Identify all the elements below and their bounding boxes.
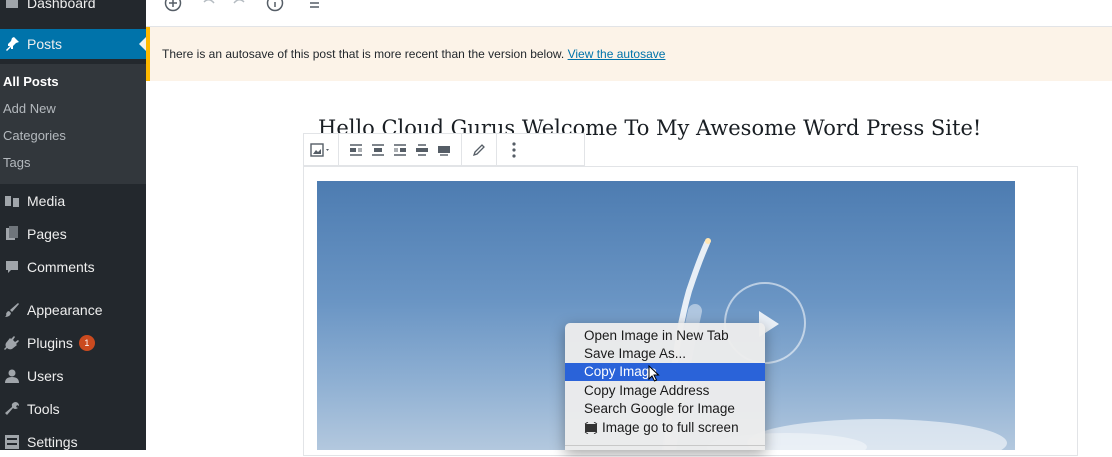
full-width-icon[interactable] <box>433 139 455 161</box>
menu-dashboard-label: Dashboard <box>27 0 96 11</box>
submenu-all-posts[interactable]: All Posts <box>3 74 59 89</box>
paintbrush-icon <box>4 302 20 318</box>
submenu-tags[interactable]: Tags <box>3 155 30 170</box>
users-icon <box>4 368 20 384</box>
block-navigation-icon[interactable] <box>302 0 324 16</box>
menu-appearance[interactable]: Appearance <box>0 295 146 325</box>
info-icon[interactable] <box>264 0 286 16</box>
fullscreen-extension-icon <box>584 422 598 434</box>
pages-icon <box>4 226 20 242</box>
wrench-icon <box>4 401 20 417</box>
align-right-icon[interactable] <box>389 139 411 161</box>
redo-icon[interactable] <box>228 0 250 16</box>
menu-plugins-label: Plugins <box>27 335 73 351</box>
undo-icon[interactable] <box>198 0 220 16</box>
align-center-icon[interactable] <box>367 139 389 161</box>
menu-comments-label: Comments <box>27 259 95 275</box>
pushpin-icon <box>4 36 20 52</box>
menu-users-label: Users <box>27 368 64 384</box>
menu-media[interactable]: Media <box>0 186 146 216</box>
admin-sidebar: Dashboard Posts All Posts Add New Catego… <box>0 0 146 450</box>
submenu-categories[interactable]: Categories <box>3 128 66 143</box>
menu-tools[interactable]: Tools <box>0 394 146 424</box>
wide-width-icon[interactable] <box>411 139 433 161</box>
menu-settings[interactable]: Settings <box>0 427 146 457</box>
menu-copy-image-address[interactable]: Copy Image Address <box>565 382 765 400</box>
menu-users[interactable]: Users <box>0 361 146 391</box>
settings-icon <box>4 434 20 450</box>
menu-media-label: Media <box>27 193 66 209</box>
autosave-notice-text: There is an autosave of this post that i… <box>162 47 565 61</box>
posts-submenu: All Posts Add New Categories Tags <box>0 64 146 184</box>
menu-posts-label: Posts <box>27 36 63 52</box>
mouse-pointer-icon <box>648 364 660 387</box>
menu-image-full-screen-label: Image go to full screen <box>602 420 739 435</box>
menu-open-image-new-tab[interactable]: Open Image in New Tab <box>565 327 765 345</box>
menu-divider <box>565 445 765 446</box>
plugins-update-badge: 1 <box>78 335 95 351</box>
menu-posts[interactable]: Posts <box>0 29 146 59</box>
menu-settings-label: Settings <box>27 434 78 450</box>
menu-search-google-image[interactable]: Search Google for Image <box>565 400 765 418</box>
more-options-icon[interactable] <box>503 139 525 161</box>
menu-comments[interactable]: Comments <box>0 252 146 282</box>
align-left-icon[interactable] <box>345 139 367 161</box>
menu-pages[interactable]: Pages <box>0 219 146 249</box>
menu-dashboard[interactable]: Dashboard <box>0 0 146 18</box>
menu-appearance-label: Appearance <box>27 302 103 318</box>
view-autosave-link[interactable]: View the autosave <box>568 47 666 61</box>
autosave-notice: There is an autosave of this post that i… <box>146 27 1112 81</box>
menu-pages-label: Pages <box>27 226 67 242</box>
comments-icon <box>4 259 20 275</box>
menu-tools-label: Tools <box>27 401 60 417</box>
submenu-add-new[interactable]: Add New <box>3 101 56 116</box>
plug-icon <box>4 335 20 351</box>
media-icon <box>4 193 20 209</box>
menu-image-full-screen[interactable]: Image go to full screen <box>565 419 765 437</box>
block-toolbar <box>303 133 585 166</box>
editor-header-toolbar <box>146 0 1112 27</box>
dashboard-icon <box>4 0 20 11</box>
menu-save-image-as[interactable]: Save Image As... <box>565 345 765 363</box>
menu-plugins[interactable]: Plugins 1 <box>0 328 146 358</box>
menu-copy-image[interactable]: Copy Image <box>565 363 765 381</box>
add-block-icon[interactable] <box>162 0 184 16</box>
context-menu: Open Image in New Tab Save Image As... C… <box>565 323 765 450</box>
edit-pencil-icon[interactable] <box>468 139 490 161</box>
change-block-type-icon[interactable] <box>310 139 332 161</box>
